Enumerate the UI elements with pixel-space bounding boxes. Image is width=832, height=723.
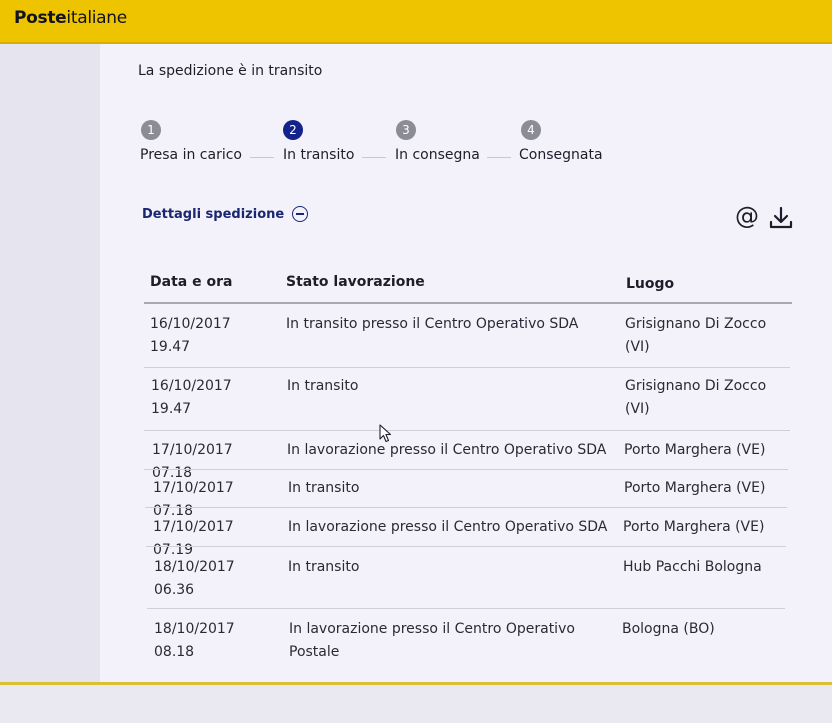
step-3-number: 3	[396, 120, 416, 140]
top-bar: Posteitaliane	[0, 0, 832, 44]
step-4-number: 4	[521, 120, 541, 140]
row-date: 18/10/2017 06.36	[154, 559, 235, 598]
footer-band	[0, 682, 832, 723]
row-status: In lavorazione presso il Centro Operativ…	[287, 442, 607, 458]
step-1-number: 1	[141, 120, 161, 140]
row-divider	[145, 507, 787, 508]
column-header-status: Stato lavorazione	[286, 274, 425, 290]
row-divider	[144, 367, 790, 368]
row-place: Grisignano Di Zocco (VI)	[625, 316, 767, 355]
shipment-details-toggle[interactable]: Dettagli spedizione	[142, 206, 309, 222]
row-divider	[144, 430, 790, 431]
step-2-number: 2	[283, 120, 303, 140]
at-icon[interactable]: @	[735, 202, 759, 230]
row-status: In lavorazione presso il Centro Operativ…	[289, 621, 575, 660]
row-status: In transito	[287, 378, 359, 394]
row-place: Porto Marghera (VE)	[623, 519, 765, 535]
row-divider	[147, 608, 785, 609]
row-status: In transito presso il Centro Operativo S…	[286, 316, 579, 332]
column-header-place: Luogo	[626, 276, 675, 292]
row-place: Porto Marghera (VE)	[624, 442, 766, 458]
logo-regular: italiane	[66, 8, 127, 28]
step-3-label: In consegna	[395, 147, 480, 163]
row-place: Porto Marghera (VE)	[624, 480, 766, 496]
row-status: In transito	[288, 559, 360, 575]
row-place: Bologna (BO)	[622, 621, 715, 637]
download-icon[interactable]	[768, 205, 794, 231]
step-connector	[250, 157, 274, 158]
row-divider	[144, 469, 788, 470]
step-connector	[362, 157, 386, 158]
row-date: 18/10/2017 08.18	[154, 621, 235, 660]
row-date: 16/10/2017 19.47	[151, 378, 232, 417]
poste-italiane-logo[interactable]: Posteitaliane	[14, 8, 127, 28]
row-place: Grisignano Di Zocco (VI)	[625, 378, 767, 417]
row-status: In lavorazione presso il Centro Operativ…	[288, 519, 608, 535]
row-status: In transito	[288, 480, 360, 496]
column-header-date: Data e ora	[150, 274, 233, 290]
row-place: Hub Pacchi Bologna	[623, 559, 762, 575]
row-divider	[146, 546, 786, 547]
collapse-minus-icon	[292, 206, 309, 222]
shipment-status-text: La spedizione è in transito	[138, 63, 323, 79]
step-4-label: Consegnata	[519, 147, 603, 163]
row-date: 16/10/2017 19.47	[150, 316, 231, 355]
step-connector	[487, 157, 511, 158]
step-2-label: In transito	[283, 147, 355, 163]
details-label: Dettagli spedizione	[142, 206, 285, 222]
header-divider	[144, 302, 792, 304]
step-1-label: Presa in carico	[140, 147, 242, 163]
mouse-pointer-icon	[379, 424, 392, 443]
left-background	[0, 44, 100, 684]
logo-bold: Poste	[14, 8, 67, 28]
